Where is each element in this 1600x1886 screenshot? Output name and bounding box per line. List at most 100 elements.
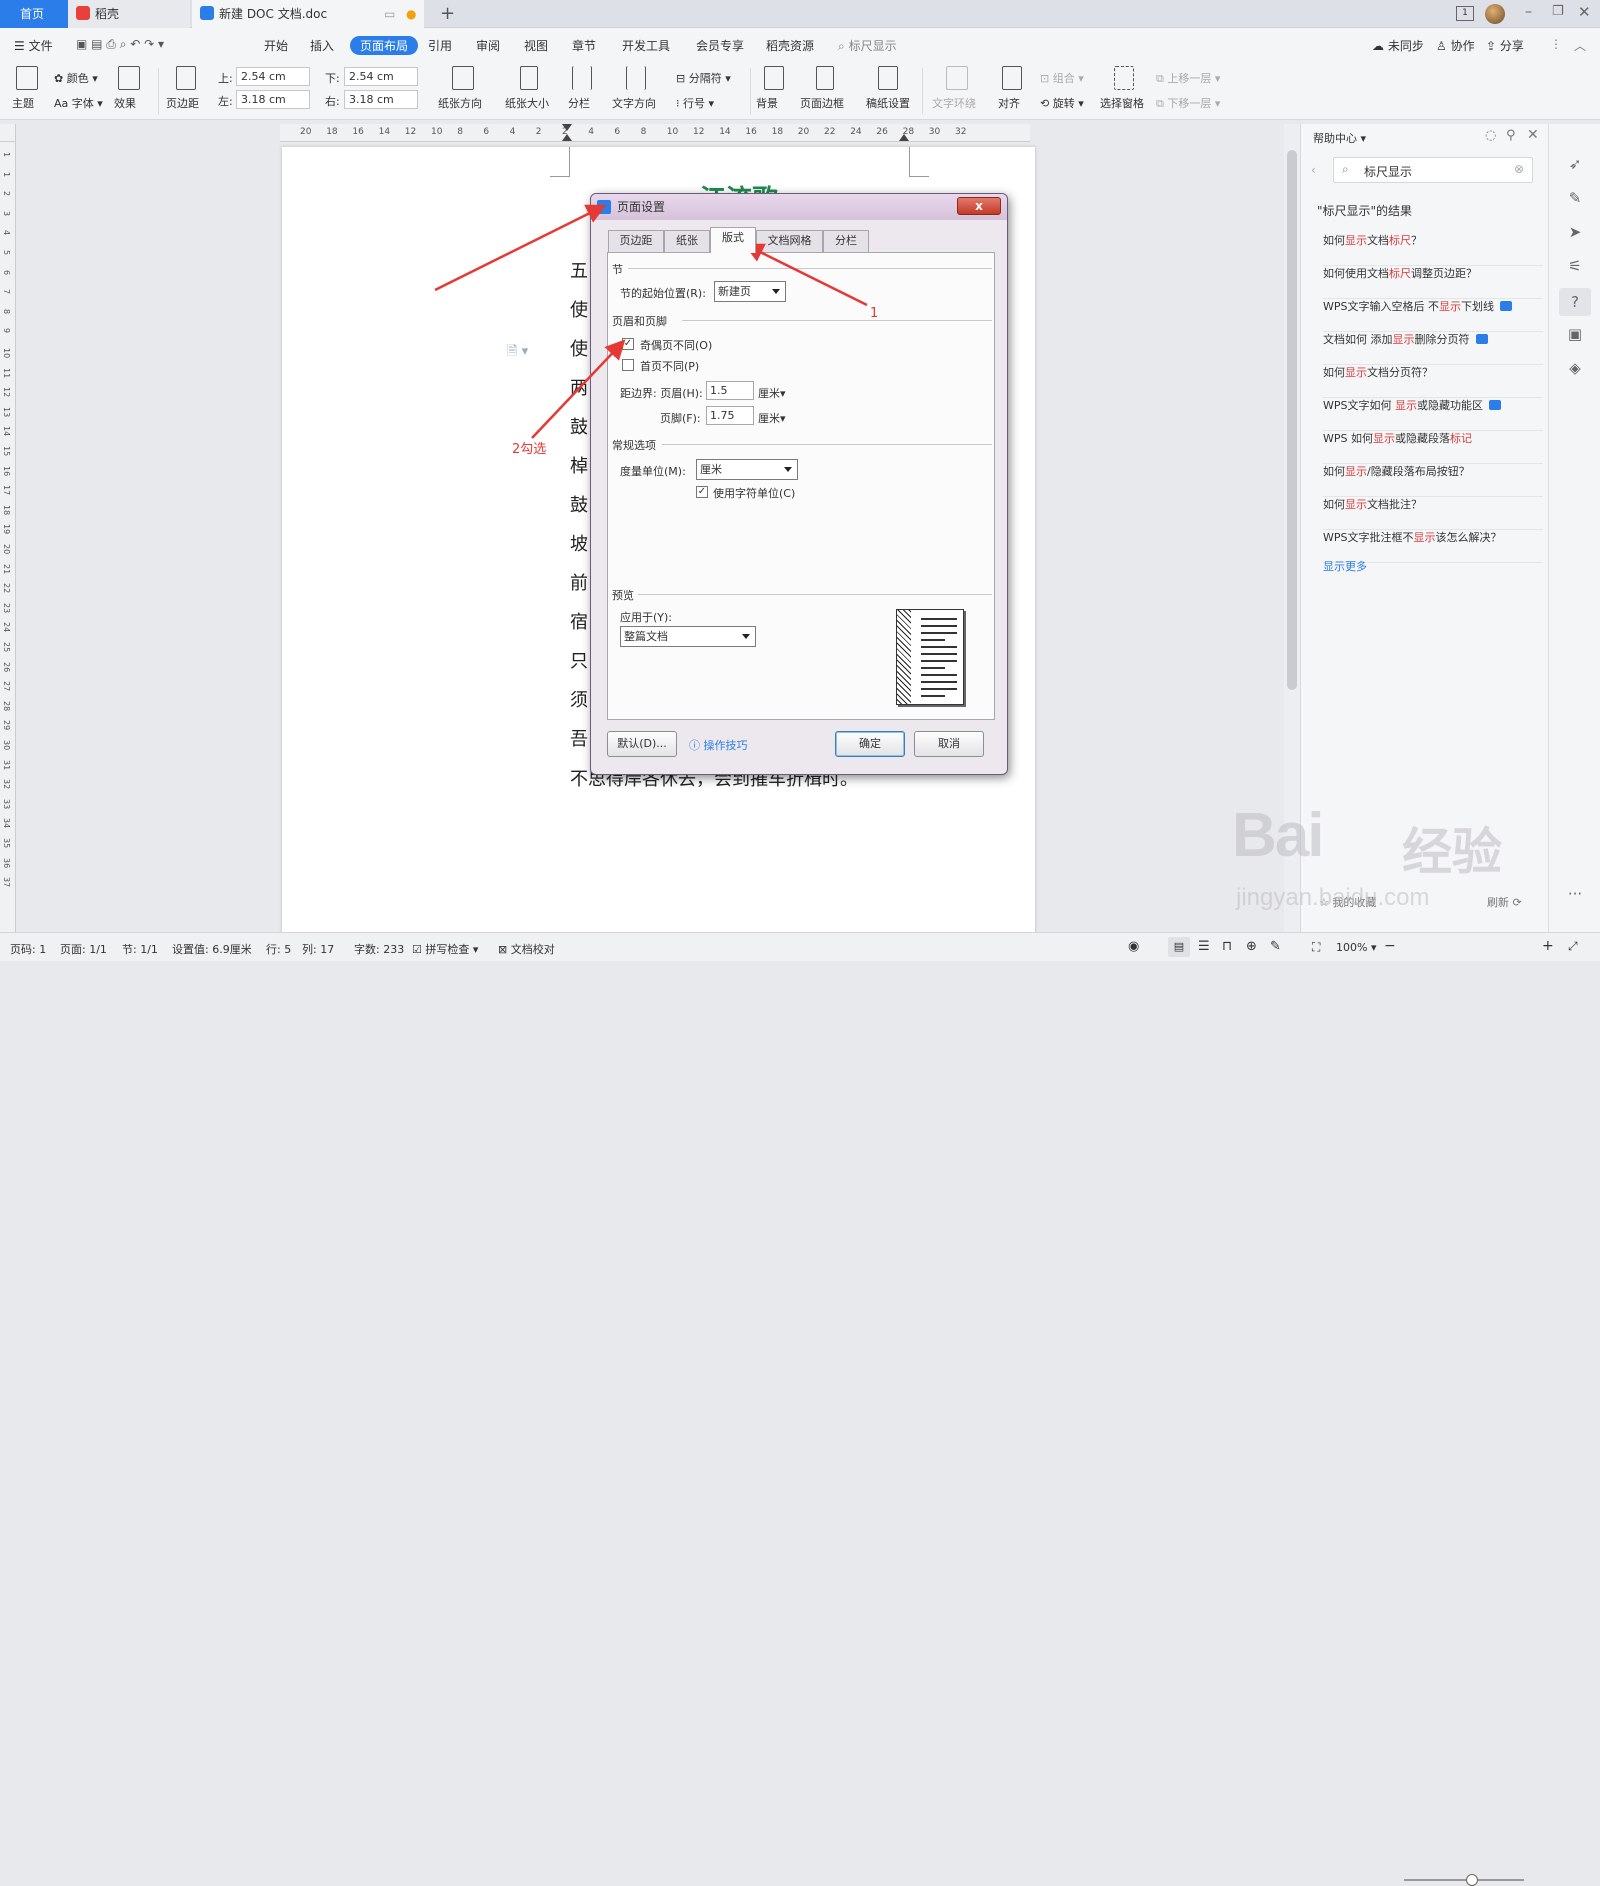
font-button[interactable]: Aa 字体 ▾ xyxy=(54,95,103,111)
menu-search[interactable]: ⌕ 标尺显示 xyxy=(838,37,897,54)
help-result-item[interactable]: WPS 如何显示或隐藏段落标记 xyxy=(1323,430,1543,464)
help-result-item[interactable]: 文档如何 添加显示删除分页符 xyxy=(1323,331,1543,365)
restore-icon[interactable]: ❐ xyxy=(1552,4,1564,19)
paper-size-icon[interactable] xyxy=(520,66,538,90)
zoom-slider[interactable] xyxy=(1404,1879,1524,1881)
file-menu[interactable]: ☰ 文件 xyxy=(14,37,53,54)
menu-review[interactable]: 审阅 xyxy=(476,37,500,54)
char-unit-checkbox[interactable]: ✓ xyxy=(696,486,708,498)
margins-button[interactable]: 页边距 xyxy=(166,95,199,111)
columns-icon[interactable] xyxy=(572,66,592,90)
web-view-icon[interactable]: ⊕ xyxy=(1246,939,1257,954)
page-border-icon[interactable] xyxy=(816,66,834,90)
feedback-icon[interactable]: ◌ xyxy=(1485,128,1496,143)
menu-start[interactable]: 开始 xyxy=(264,37,288,54)
zoom-level[interactable]: 100% ▾ xyxy=(1336,941,1376,954)
quick-access-icons[interactable]: ▣ ▤ ⎙ ⌕ ↶ ↷ ▾ xyxy=(76,37,164,52)
pen-view-icon[interactable]: ✎ xyxy=(1270,939,1281,954)
odd-even-checkbox[interactable]: ✓ xyxy=(622,338,634,350)
ok-button[interactable]: 确定 xyxy=(835,731,905,757)
text-direction-button[interactable]: 文字方向 xyxy=(612,95,656,111)
tab-paper[interactable]: 纸张 xyxy=(664,230,710,252)
vertical-ruler[interactable]: 1 1 2 3 4 5 6 7 8 9 10 11 12 13 14 15 16 17 18 19 20 21 22 23 24… xyxy=(0,142,16,932)
sync-button[interactable]: ☁ 未同步 xyxy=(1372,37,1424,54)
cancel-button[interactable]: 取消 xyxy=(914,731,984,757)
show-more-link[interactable]: 显示更多 xyxy=(1323,558,1367,574)
refresh-button[interactable]: 刷新 ⟳ xyxy=(1487,894,1522,910)
help-result-item[interactable]: 如何使用文档标尺调整页边距？ xyxy=(1323,265,1543,299)
margins-icon[interactable] xyxy=(176,66,196,90)
effect-button[interactable]: 效果 xyxy=(114,95,136,111)
collapse-ribbon-icon[interactable]: ︿ xyxy=(1574,37,1586,54)
avatar[interactable] xyxy=(1485,4,1505,24)
menu-view[interactable]: 视图 xyxy=(524,37,548,54)
tab-monitor-icon[interactable]: ▭ xyxy=(384,0,395,28)
eye-protection-icon[interactable]: ◉ xyxy=(1128,939,1139,954)
zoom-out-icon[interactable]: − xyxy=(1384,938,1396,954)
settings-sliders-icon[interactable]: ⚟ xyxy=(1565,256,1585,276)
more-tools-icon[interactable]: ··· xyxy=(1565,884,1585,904)
share-button[interactable]: ⇪ 分享 xyxy=(1486,37,1524,54)
orientation-icon[interactable] xyxy=(452,66,474,90)
image-icon[interactable]: ▣ xyxy=(1565,324,1585,344)
selection-pane-icon[interactable] xyxy=(1114,66,1134,90)
menu-docer-resources[interactable]: 稻壳资源 xyxy=(766,37,814,54)
rocket-icon[interactable]: ➶ xyxy=(1565,154,1585,174)
default-button[interactable]: 默认(D)... xyxy=(607,731,677,757)
collab-button[interactable]: ♙ 协作 xyxy=(1436,37,1475,54)
tab-document[interactable]: 新建 DOC 文档.doc ▭ ● xyxy=(192,0,424,28)
background-icon[interactable] xyxy=(764,66,784,90)
section-start-select[interactable]: 新建页 xyxy=(714,281,786,302)
footer-unit-select[interactable]: 厘米▾ xyxy=(758,410,786,426)
close-window-icon[interactable]: ✕ xyxy=(1578,3,1591,21)
menu-developer[interactable]: 开发工具 xyxy=(622,37,670,54)
line-number-button[interactable]: ⁝ 行号 ▾ xyxy=(676,95,714,111)
help-result-item[interactable]: 如何显示文档分页符？ xyxy=(1323,364,1543,398)
compass-icon[interactable]: ◈ xyxy=(1565,358,1585,378)
close-panel-icon[interactable]: ✕ xyxy=(1527,127,1539,143)
manuscript-icon[interactable] xyxy=(878,66,898,90)
scrollbar-thumb[interactable] xyxy=(1287,150,1297,690)
measure-unit-select[interactable]: 厘米 xyxy=(696,459,798,480)
spell-check-button[interactable]: ☑ 拼写检查 ▾ xyxy=(412,941,478,957)
tips-link[interactable]: ⓘ 操作技巧 xyxy=(689,737,748,753)
ruler-corner[interactable] xyxy=(0,124,16,142)
help-result-item[interactable]: 如何显示/隐藏段落布局按钮？ xyxy=(1323,463,1543,497)
fit-page-icon[interactable]: ⛶ xyxy=(1312,940,1320,955)
menu-page-layout[interactable]: 页面布局 xyxy=(350,36,419,55)
columns-button[interactable]: 分栏 xyxy=(568,95,590,111)
left-margin-input[interactable]: 3.18 cm xyxy=(236,90,310,109)
edit-icon[interactable]: ✎ xyxy=(1565,188,1585,208)
help-result-item[interactable]: 如何显示文档标尺？ xyxy=(1323,232,1543,266)
paragraph-tool-icon[interactable]: 🗎 ▾ xyxy=(507,342,528,364)
color-button[interactable]: ✿ 颜色 ▾ xyxy=(54,70,98,86)
page-view-icon[interactable]: ▤ xyxy=(1168,937,1190,957)
more-icon[interactable]: ⋮ xyxy=(1550,37,1562,51)
reading-view-icon[interactable]: ⊓ xyxy=(1222,939,1232,954)
breaks-button[interactable]: ⊟ 分隔符 ▾ xyxy=(676,70,731,86)
help-result-item[interactable]: WPS文字输入空格后 不显示下划线 xyxy=(1323,298,1543,332)
status-setting[interactable]: 设置值: 6.9厘米 xyxy=(172,941,252,957)
zoom-slider-thumb[interactable] xyxy=(1466,1874,1478,1886)
outline-view-icon[interactable]: ☰ xyxy=(1198,939,1210,954)
help-icon[interactable]: ? xyxy=(1559,288,1591,316)
first-page-checkbox[interactable] xyxy=(622,359,634,371)
menu-insert[interactable]: 插入 xyxy=(310,37,334,54)
status-words[interactable]: 字数: 233 xyxy=(354,941,404,957)
dialog-close-button[interactable]: x xyxy=(957,197,1001,215)
header-unit-select[interactable]: 厘米▾ xyxy=(758,385,786,401)
tab-home[interactable]: 首页 xyxy=(0,0,68,28)
align-button[interactable]: 对齐 xyxy=(998,95,1020,111)
manuscript-button[interactable]: 稿纸设置 xyxy=(866,95,910,111)
text-direction-icon[interactable] xyxy=(626,66,646,90)
proofread-button[interactable]: ⊠ 文档校对 xyxy=(498,941,555,957)
tab-layout[interactable]: 版式 xyxy=(710,227,756,253)
status-pages[interactable]: 页面: 1/1 xyxy=(60,941,107,957)
theme-button[interactable]: 主题 xyxy=(12,95,34,111)
zoom-in-icon[interactable]: + xyxy=(1542,938,1554,954)
paper-size-button[interactable]: 纸张大小 xyxy=(505,95,549,111)
orientation-button[interactable]: 纸张方向 xyxy=(438,95,482,111)
back-icon[interactable]: ‹ xyxy=(1311,163,1316,177)
menu-member[interactable]: 会员专享 xyxy=(696,37,744,54)
menu-chapter[interactable]: 章节 xyxy=(572,37,596,54)
